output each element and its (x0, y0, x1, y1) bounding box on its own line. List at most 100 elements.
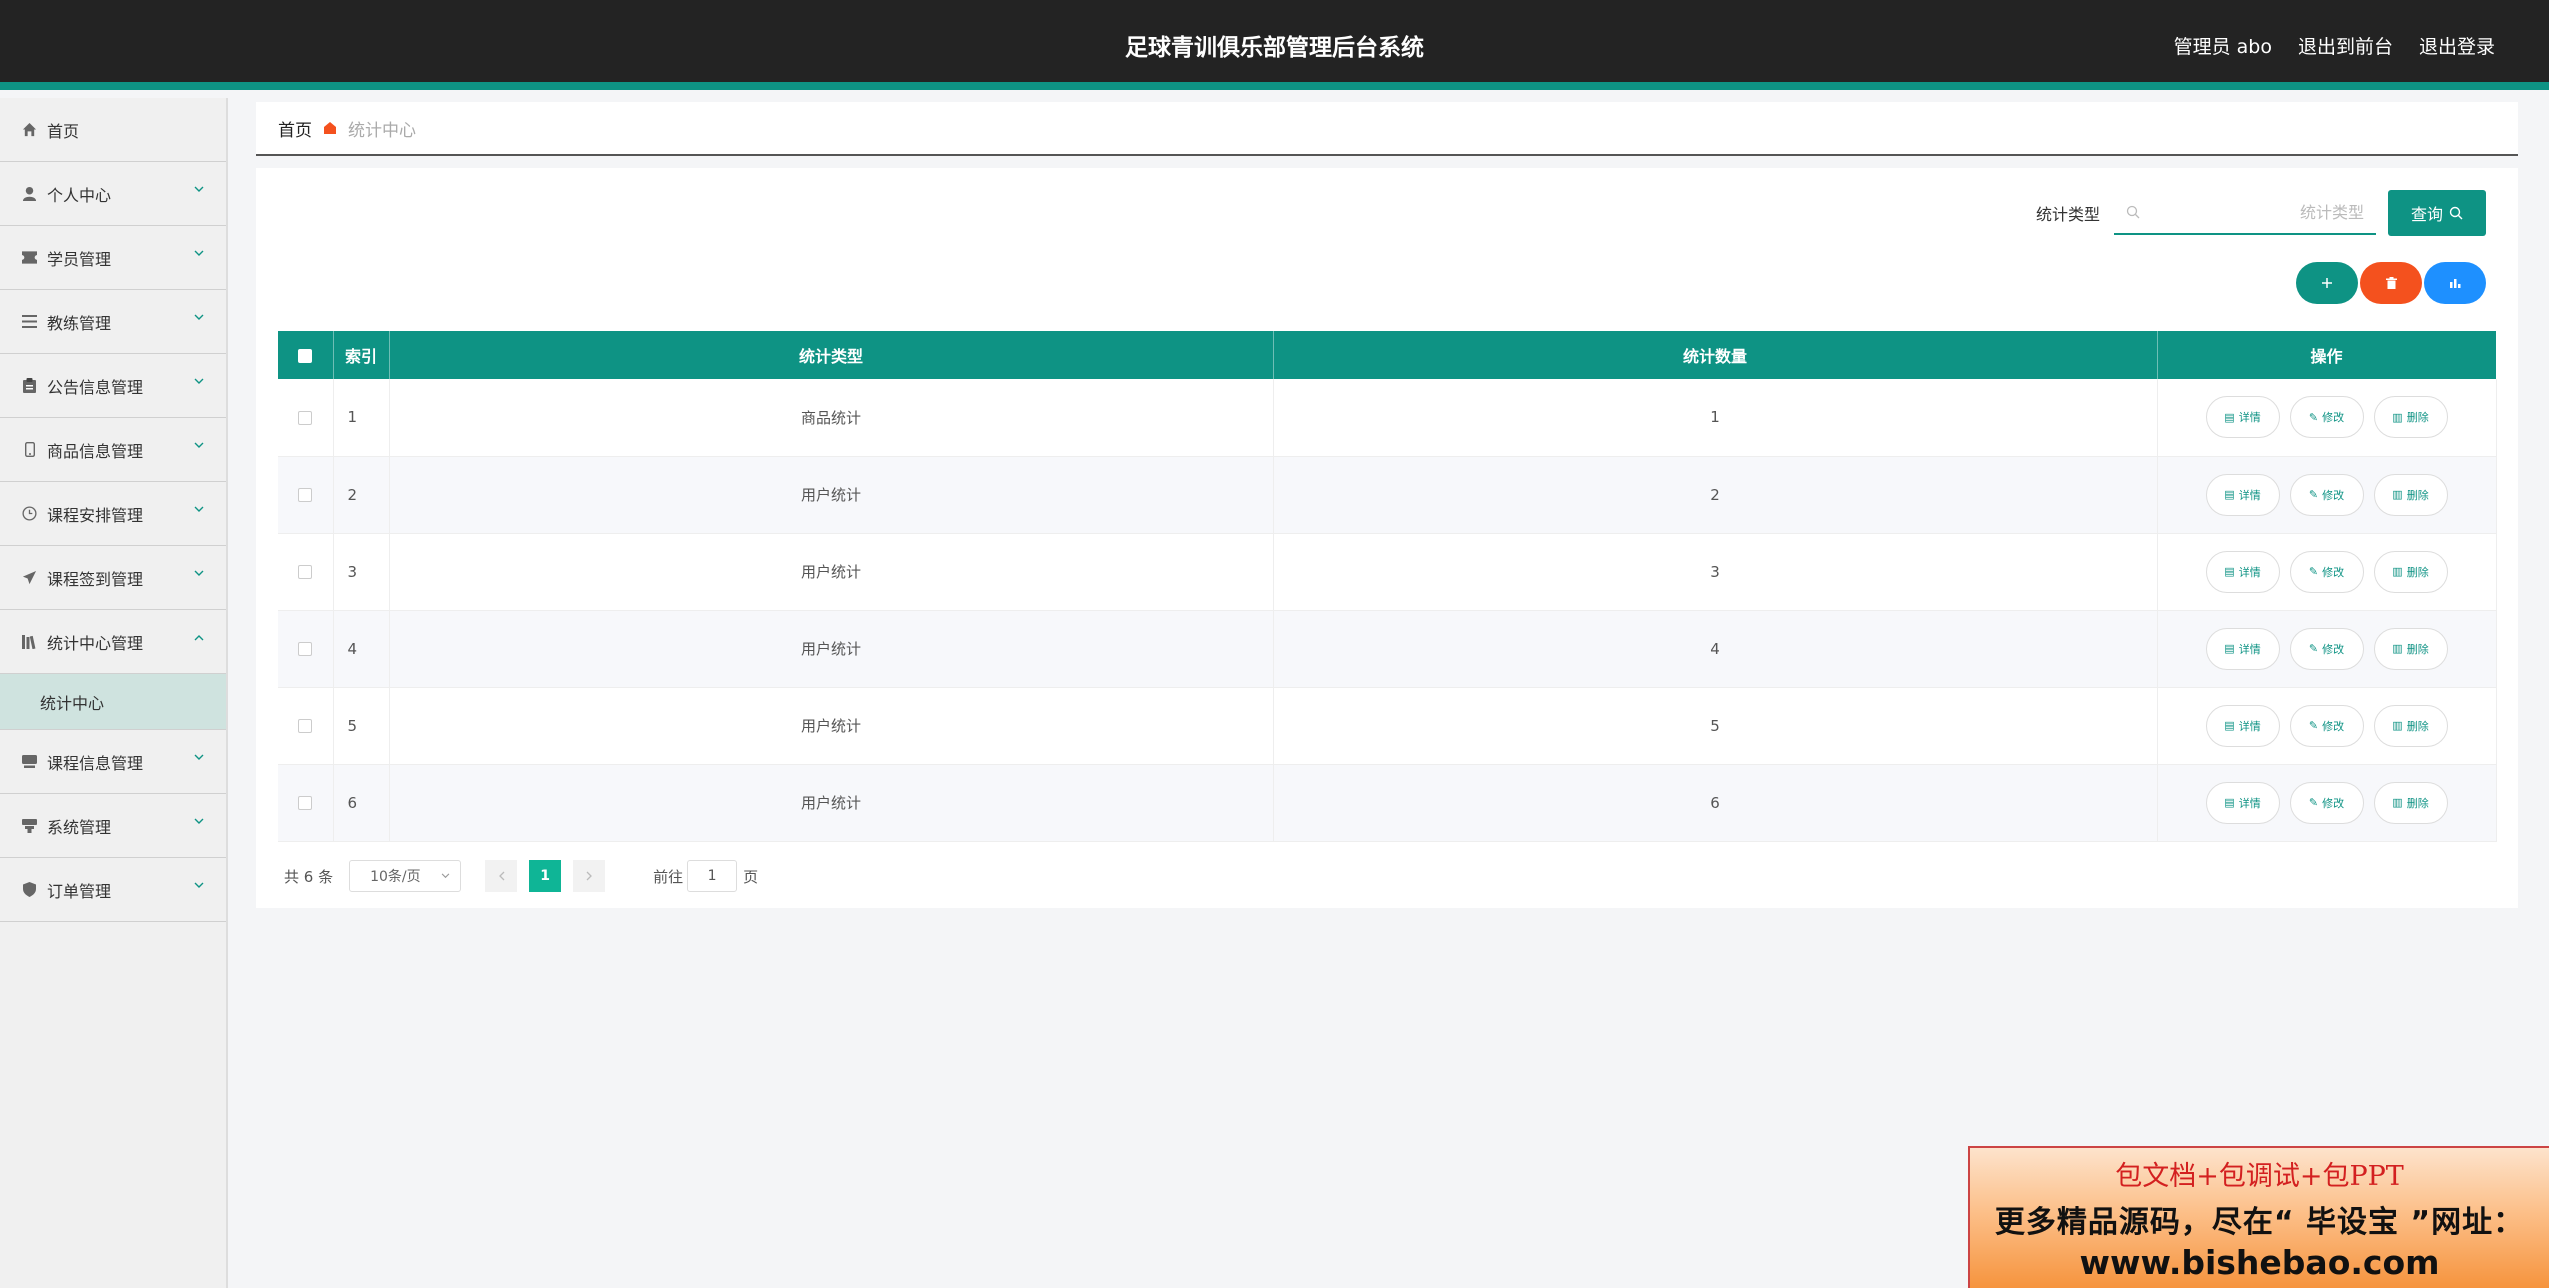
edit-button[interactable]: ✎ 修改 (2289, 473, 2364, 516)
row-type: 用户统计 (389, 687, 1274, 765)
header-actions: 管理员 abo 退出到前台 退出登录 (2174, 32, 2495, 59)
sidebar-item-student[interactable]: 学员管理 (0, 226, 226, 290)
row-index: 3 (333, 533, 390, 611)
logout-link[interactable]: 退出登录 (2419, 32, 2495, 59)
statistics-table: 索引 统计类型 统计数量 操作 1 商品统计 1 ▤详情✎修改▥删除 (278, 331, 2497, 842)
page-size-value: 10条/页 (370, 869, 421, 885)
chevron-down-icon (441, 873, 450, 879)
bar-chart-icon (2449, 278, 2461, 288)
exit-to-front-link[interactable]: 退出到前台 (2298, 32, 2393, 59)
promo-line-1: 包文档+包调试+包PPT (2115, 1161, 2404, 1192)
sidebar-item-product[interactable]: 商品信息管理 (0, 418, 226, 482)
sidebar-item-home[interactable]: 首页 (0, 98, 226, 162)
row-index: 6 (333, 764, 390, 842)
row-checkbox[interactable] (298, 565, 313, 579)
edit-button[interactable]: ✎ 修改 (2289, 396, 2364, 439)
system-title: 足球青训俱乐部管理后台系统 (1125, 35, 1424, 61)
column-header: 操作 (2157, 331, 2497, 379)
chevron-down-icon (194, 184, 204, 194)
edit-button[interactable]: ✎ 修改 (2289, 627, 2364, 670)
pagination: 共 6 条 10条/页 1 前往 1 页 (278, 860, 758, 892)
search-input[interactable] (2148, 202, 2364, 222)
row-checkbox[interactable] (298, 719, 313, 733)
action-buttons (2296, 262, 2486, 304)
row-checkbox[interactable] (298, 642, 313, 656)
detail-button[interactable]: ▤ 详情 (2205, 781, 2280, 824)
next-page-button[interactable] (573, 860, 606, 892)
sidebar-item-label: 首页 (47, 121, 80, 141)
house-icon (324, 122, 336, 134)
goto-page-input[interactable]: 1 (687, 860, 738, 892)
breadcrumb-home[interactable]: 首页 (278, 116, 312, 141)
chart-button[interactable] (2424, 262, 2486, 304)
search-field (2114, 191, 2376, 235)
delete-button[interactable]: ▥ 删除 (2373, 781, 2448, 824)
edit-button[interactable]: ✎ 修改 (2289, 704, 2364, 747)
stack-icon (22, 818, 37, 833)
goto-label: 前往 (653, 867, 684, 886)
page-number[interactable]: 1 (529, 860, 562, 892)
send-icon (22, 570, 37, 585)
pencil-icon: ✎ (2308, 642, 2319, 655)
sidebar-item-personal-center[interactable]: 个人中心 (0, 162, 226, 226)
select-all-cell (278, 331, 334, 379)
edit-button[interactable]: ✎ 修改 (2289, 781, 2364, 824)
sidebar-item-label: 学员管理 (47, 249, 112, 269)
delete-button[interactable]: ▥ 删除 (2373, 473, 2448, 516)
row-checkbox[interactable] (298, 488, 313, 502)
table-row: 1 商品统计 1 ▤ 详情 ✎ 修改 ▥ 删除 (278, 379, 2497, 457)
row-count: 2 (1273, 456, 2158, 534)
chevron-down-icon (194, 880, 204, 890)
sidebar-item-label: 个人中心 (47, 185, 112, 205)
sidebar-item-order[interactable]: 订单管理 (0, 858, 226, 922)
edit-button[interactable]: ✎ 修改 (2289, 550, 2364, 593)
detail-button[interactable]: ▤ 详情 (2205, 396, 2280, 439)
delete-button[interactable]: ▥ 删除 (2373, 396, 2448, 439)
trash-icon: ▥ (2392, 642, 2403, 655)
row-index: 5 (333, 687, 390, 765)
sidebar-item-notice[interactable]: 公告信息管理 (0, 354, 226, 418)
sidebar-item-coach[interactable]: 教练管理 (0, 290, 226, 354)
sidebar-item-course-schedule[interactable]: 课程安排管理 (0, 482, 226, 546)
row-type: 商品统计 (389, 379, 1274, 457)
row-index: 4 (333, 610, 390, 688)
delete-button[interactable]: ▥ 删除 (2373, 550, 2448, 593)
detail-button[interactable]: ▤ 详情 (2205, 704, 2280, 747)
tray-icon (22, 754, 37, 769)
query-button[interactable]: 查询 (2388, 190, 2486, 236)
column-header: 统计类型 (389, 331, 1274, 379)
chevron-down-icon (194, 248, 204, 258)
search-label: 统计类型 (2035, 205, 2100, 224)
detail-button[interactable]: ▤ 详情 (2205, 627, 2280, 670)
add-button[interactable] (2296, 262, 2358, 304)
clipboard-icon (22, 378, 37, 393)
sidebar-item-label: 课程安排管理 (47, 505, 144, 525)
row-checkbox[interactable] (298, 796, 313, 810)
sidebar-item-course-info[interactable]: 课程信息管理 (0, 730, 226, 794)
phone-icon (22, 442, 37, 457)
row-type: 用户统计 (389, 456, 1274, 534)
batch-delete-button[interactable] (2360, 262, 2422, 304)
row-count: 3 (1273, 533, 2158, 611)
sidebar-item-label: 课程信息管理 (47, 753, 144, 773)
sidebar-subitem-statistics-center[interactable]: 统计中心 (0, 674, 226, 730)
prev-page-button[interactable] (485, 860, 518, 892)
sidebar-item-system[interactable]: 系统管理 (0, 794, 226, 858)
page-size-select[interactable]: 10条/页 (349, 860, 462, 892)
sidebar-item-label: 统计中心管理 (47, 633, 144, 653)
sidebar-item-course-checkin[interactable]: 课程签到管理 (0, 546, 226, 610)
detail-button[interactable]: ▤ 详情 (2205, 473, 2280, 516)
chevron-down-icon (194, 752, 204, 762)
select-all-checkbox[interactable] (298, 349, 313, 363)
pencil-icon: ✎ (2308, 565, 2319, 578)
pencil-icon: ✎ (2308, 410, 2319, 424)
total-count: 共 6 条 (284, 867, 334, 886)
doc-icon: ▤ (2224, 410, 2235, 424)
delete-button[interactable]: ▥ 删除 (2373, 704, 2448, 747)
sidebar-item-statistics[interactable]: 统计中心管理 (0, 610, 226, 674)
row-checkbox[interactable] (298, 410, 313, 425)
detail-button[interactable]: ▤ 详情 (2205, 550, 2280, 593)
breadcrumb-current: 统计中心 (348, 120, 416, 141)
delete-button[interactable]: ▥ 删除 (2373, 627, 2448, 670)
column-header: 统计数量 (1273, 331, 2158, 379)
